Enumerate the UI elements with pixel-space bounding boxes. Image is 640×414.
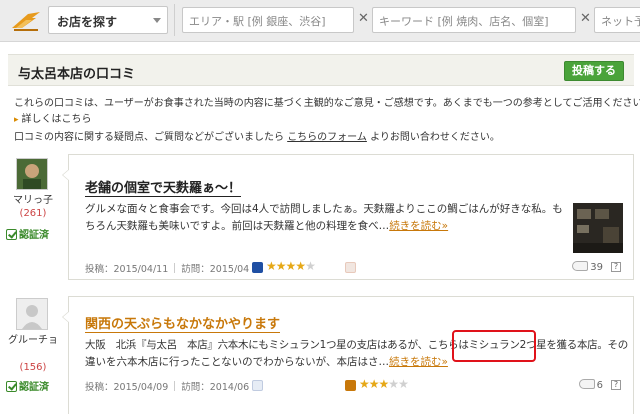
dinner-icon [252,380,263,391]
review-title[interactable]: 関西の天ぷらもなかなかやります [85,313,281,333]
star-icon: ★ [266,259,277,273]
verified-label: 認証済 [19,230,49,241]
helpful-count[interactable]: 6 [578,379,603,391]
keyword-input[interactable]: キーワード [例 焼肉、店名、個室] [372,7,576,33]
reviewer-name[interactable]: グルーチョ [8,334,58,347]
divider [174,263,176,273]
posted-date: 投稿：2015/04/09 [85,382,169,393]
star-icon: ★ [275,259,287,273]
helpful-count[interactable]: 39 [572,261,603,273]
review-title[interactable]: 老舗の個室で天麩羅ぁ～！ [85,177,242,197]
like-hand-icon [572,261,589,271]
lunch-icon [345,262,356,273]
review-section-header: 与太呂本店の口コミ 投稿する [8,54,634,86]
page-title: 与太呂本店の口コミ [18,67,136,82]
lunch-rating-stars: ★★★★★ [359,377,409,391]
dinner-rating-stars: ★★★★★ [266,259,316,273]
star-icon: ★ [285,259,297,273]
visited-date: 訪問：2014/06 [181,382,250,393]
review-meta: 投稿：2015/04/09 訪問：2014/06 [85,379,262,393]
verified-check-icon [6,381,17,392]
lunch-icon [345,380,356,391]
divider [174,381,176,391]
helpful-number: 39 [590,262,603,273]
star-icon: ★ [388,377,399,391]
clear-keyword-icon[interactable]: ✕ [580,12,591,26]
area-input[interactable]: エリア・駅 [例 銀座、渋谷] [182,7,354,33]
visited-date: 訪問：2015/04 [181,264,250,275]
review-body-line: ちろん天麩羅も美味いですよ。前回は天麩羅と他の料理を食べ… [85,220,390,232]
posted-date: 投稿：2015/04/11 [85,264,169,275]
star-icon: ★ [398,377,409,391]
star-half-icon: ★ [295,259,306,273]
reviewer-review-count: (261) [19,208,47,219]
verified-badge: 認証済 [6,226,49,241]
inquiry-form-link[interactable]: こちらのフォーム [287,132,367,143]
verified-label: 認証済 [19,382,49,393]
review-body: 大阪 北浜『与太呂 本店』六本木にもミシュラン1つ星の支店はあるが、こちらはミシ… [85,337,628,371]
details-link-label: 詳しくはこちら [21,114,92,125]
shop-search-label: お店を探す [57,15,118,29]
avatar[interactable] [16,158,48,190]
inquiry-before: 口コミの内容に関する疑問点、ご質問などがございましたら [14,132,284,143]
dinner-icon [252,262,263,273]
like-hand-icon [578,379,595,389]
helpful-number: 6 [596,380,603,391]
review-body-line: 違いを六本木店に行ったことないのでわからないが、本店はさ… [85,356,389,368]
review-body-line: グルメな面々と食事会です。今回は4人で訪問しましたぁ。天麩羅よりここの鯛ごはんが… [85,203,563,215]
inquiry-after: よりお問い合わせください。 [370,132,500,143]
review-card: 老舗の個室で天麩羅ぁ～！ グルメな面々と食事会です。今回は4人で訪問しましたぁ。… [62,154,634,280]
review-photo[interactable] [573,203,623,253]
star-icon: ★ [368,377,380,391]
reviewer-name[interactable]: マリっ子 [8,194,58,207]
read-more-link[interactable]: 続きを読む» [389,356,448,368]
tabelog-logo-icon[interactable] [6,6,46,34]
net-reservation-input[interactable]: ネット予 [594,7,640,33]
read-more-link[interactable]: 続きを読む» [389,220,448,232]
help-icon[interactable]: ? [611,262,621,272]
chevron-down-icon [153,18,161,23]
shop-search-dropdown[interactable]: お店を探す [48,6,168,34]
divider [174,4,175,36]
verified-badge: 認証済 [6,378,49,393]
post-review-button[interactable]: 投稿する [564,61,624,81]
arrow-right-icon: ▸ [14,115,19,125]
inquiry-text: 口コミの内容に関する疑問点、ご質問などがございましたら こちらのフォーム よりお… [14,128,500,143]
review-body-line: 大阪 北浜『与太呂 本店』六本木にもミシュラン1つ星の支店はあるが、こちらはミシ… [85,339,628,351]
highlight-annotation [452,330,536,362]
details-link[interactable]: ▸ 詳しくはこちら [14,110,92,125]
help-icon[interactable]: ? [611,380,621,390]
star-icon: ★ [359,377,370,391]
review-disclaimer: これらの口コミは、ユーザーがお食事された当時の内容に基づく主観的なご意見・ご感想… [14,98,640,109]
star-icon: ★ [305,259,316,273]
review-card: 関西の天ぷらもなかなかやります 大阪 北浜『与太呂 本店』六本木にもミシュラン1… [62,296,634,414]
star-icon: ★ [378,377,390,391]
verified-check-icon [6,229,17,240]
review-meta: 投稿：2015/04/11 訪問：2015/04 [85,261,262,275]
avatar[interactable] [16,298,48,330]
reviewer-review-count: (156) [19,362,47,373]
clear-area-icon[interactable]: ✕ [358,12,369,26]
search-bar: お店を探す エリア・駅 [例 銀座、渋谷] ✕ キーワード [例 焼肉、店名、個… [0,0,640,42]
review-body: グルメな面々と食事会です。今回は4人で訪問しましたぁ。天麩羅よりここの鯛ごはんが… [85,201,563,235]
